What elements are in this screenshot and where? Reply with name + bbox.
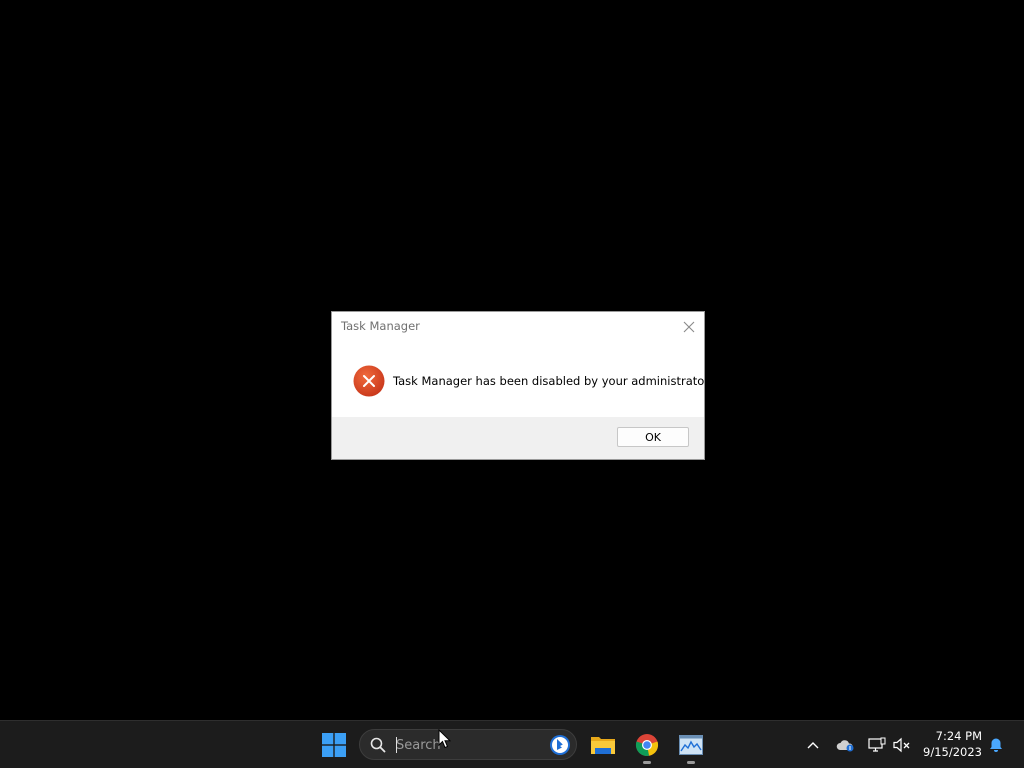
running-indicator [687, 761, 695, 764]
tray-network[interactable] [866, 721, 888, 768]
mouse-cursor [438, 729, 451, 749]
dialog-title: Task Manager [341, 319, 420, 333]
taskbar-search-box[interactable] [359, 729, 577, 760]
clock-time: 7:24 PM [935, 729, 982, 743]
error-dialog: Task Manager Task Manager has been disab… [331, 311, 712, 460]
volume-muted-icon [893, 737, 910, 752]
text-caret [396, 737, 397, 753]
start-button[interactable] [318, 721, 350, 768]
task-manager-icon [679, 734, 703, 755]
network-icon [868, 737, 886, 752]
show-hidden-icons-button[interactable] [802, 721, 824, 768]
taskbar-clock[interactable]: 7:24 PM 9/15/2023 [918, 728, 982, 760]
bing-chat-icon[interactable] [549, 734, 571, 756]
dialog-footer: OK [332, 417, 704, 459]
notification-bell-icon [990, 738, 1002, 752]
taskbar-chrome[interactable] [631, 721, 663, 768]
windows-start-icon [322, 732, 346, 757]
folder-icon [591, 736, 615, 754]
error-icon [353, 365, 385, 397]
notification-center-button[interactable] [985, 721, 1007, 768]
close-button[interactable] [674, 312, 704, 341]
clock-date: 9/15/2023 [923, 745, 982, 759]
tray-volume[interactable] [891, 721, 913, 768]
dialog-body: Task Manager has been disabled by your a… [332, 341, 712, 418]
taskbar: 7:24 PM 9/15/2023 [0, 720, 1024, 768]
taskbar-task-manager[interactable] [675, 721, 707, 768]
close-icon [683, 321, 695, 332]
dialog-message: Task Manager has been disabled by your a… [393, 374, 712, 388]
ok-button[interactable]: OK [617, 427, 689, 447]
search-input[interactable] [396, 736, 546, 754]
onedrive-icon [836, 739, 854, 751]
dialog-titlebar[interactable]: Task Manager [332, 312, 704, 341]
chevron-up-icon [807, 741, 819, 748]
running-indicator [643, 761, 651, 764]
tray-onedrive[interactable] [834, 721, 856, 768]
taskbar-file-explorer[interactable] [587, 721, 619, 768]
chrome-icon [635, 733, 659, 756]
search-icon [370, 737, 386, 753]
